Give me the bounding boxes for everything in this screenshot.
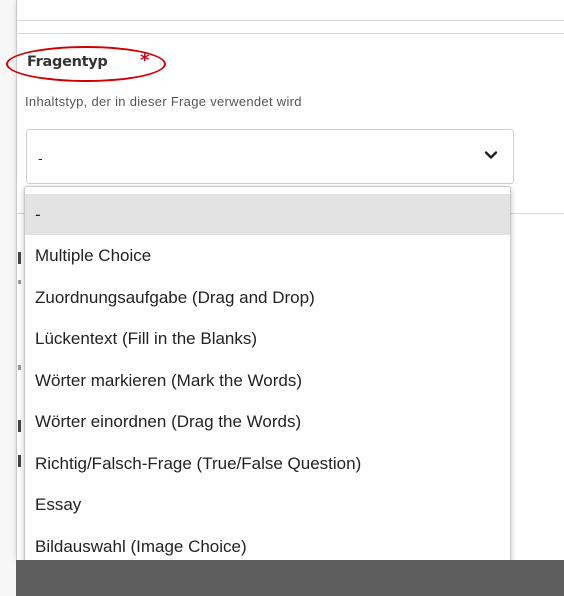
option-true-false[interactable]: Richtig/Falsch-Frage (True/False Questio… bbox=[25, 443, 510, 484]
select-current-value: - bbox=[38, 150, 43, 166]
option-fill-in-the-blanks[interactable]: Lückentext (Fill in the Blanks) bbox=[25, 318, 510, 359]
obscured-text-fragment bbox=[18, 252, 21, 264]
option-empty[interactable]: - bbox=[25, 194, 510, 235]
chevron-down-icon[interactable] bbox=[483, 147, 499, 163]
option-drag-and-drop[interactable]: Zuordnungsaufgabe (Drag and Drop) bbox=[25, 277, 510, 318]
obscured-text-fragment bbox=[18, 455, 21, 467]
option-drag-the-words[interactable]: Wörter einordnen (Drag the Words) bbox=[25, 401, 510, 442]
annotation-highlight-ring bbox=[6, 46, 166, 82]
question-type-dropdown-list[interactable]: - Multiple Choice Zuordnungsaufgabe (Dra… bbox=[24, 186, 511, 568]
question-type-select[interactable]: - bbox=[26, 129, 514, 184]
obscured-text-fragment bbox=[18, 365, 21, 370]
divider-second bbox=[16, 33, 564, 34]
obscured-text-fragment bbox=[18, 280, 21, 284]
field-description: Inhaltstyp, der in dieser Frage verwende… bbox=[25, 94, 302, 109]
footer-bar bbox=[16, 560, 564, 596]
divider-top bbox=[16, 20, 564, 21]
obscured-text-fragment bbox=[18, 420, 21, 432]
option-mark-the-words[interactable]: Wörter markieren (Mark the Words) bbox=[25, 360, 510, 401]
option-essay[interactable]: Essay bbox=[25, 484, 510, 525]
option-multiple-choice[interactable]: Multiple Choice bbox=[25, 235, 510, 276]
